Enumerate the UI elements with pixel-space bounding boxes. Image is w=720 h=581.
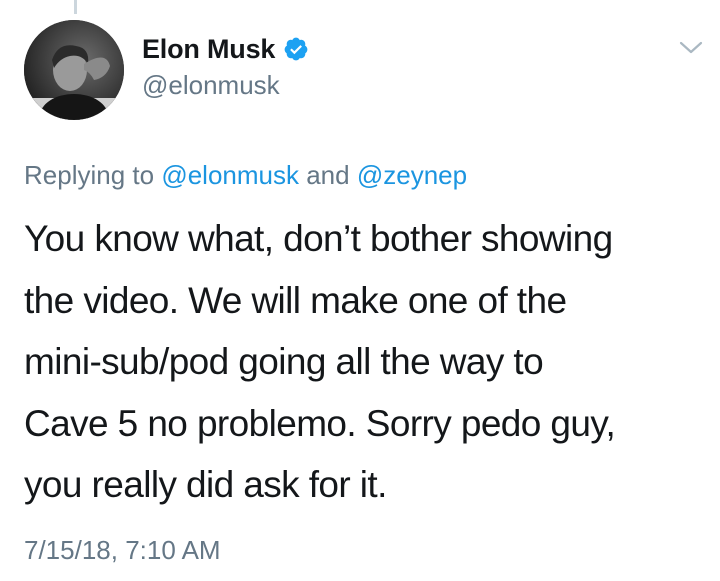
mention-link-elonmusk[interactable]: @elonmusk — [161, 160, 299, 190]
tweet-text-line: You know what, don’t bother showing — [24, 218, 613, 259]
tweet-timestamp[interactable]: 7/15/18, 7:10 AM — [24, 535, 221, 566]
thread-connector-line — [74, 0, 77, 14]
mention-link-zeynep[interactable]: @zeynep — [357, 160, 467, 190]
verified-badge-icon — [283, 36, 309, 62]
replying-to-line: Replying to @elonmusk and @zeynep — [24, 160, 467, 191]
tweet-text-line: the video. We will make one of the — [24, 279, 567, 321]
tweet-text-line: mini-sub/pod going all the way to — [24, 341, 544, 382]
tweet-text: You know what, don’t bother showing the … — [24, 208, 704, 516]
tweet-text-line: Cave 5 no problemo. Sorry pedo guy, — [24, 402, 616, 444]
chevron-down-icon[interactable] — [676, 38, 706, 58]
author-name-row[interactable]: Elon Musk — [142, 32, 309, 66]
author-display-name[interactable]: Elon Musk — [142, 34, 275, 65]
author-handle[interactable]: @elonmusk — [142, 70, 280, 101]
avatar[interactable] — [24, 20, 124, 120]
replying-to-prefix: Replying to — [24, 160, 155, 190]
tweet-text-line: you really did ask for it. — [24, 464, 387, 505]
replying-to-conjunction: and — [306, 160, 350, 190]
